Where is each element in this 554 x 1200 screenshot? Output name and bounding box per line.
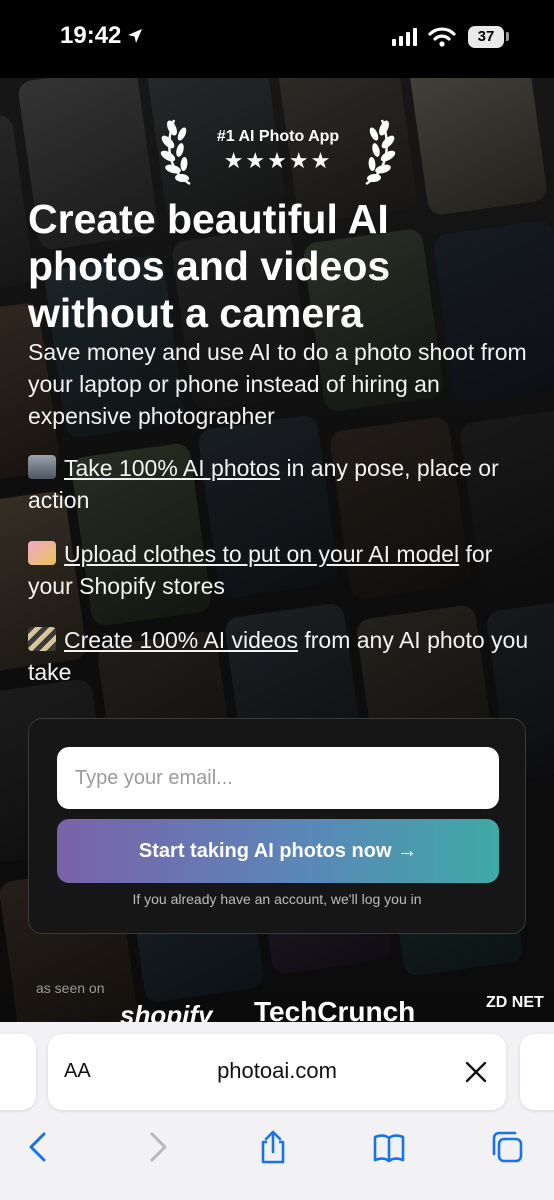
feature-link-ai-photos[interactable]: Take 100% AI photos <box>64 455 280 481</box>
camera-flash-icon <box>28 455 56 479</box>
url-text: photoai.com <box>217 1058 337 1083</box>
feature-item: Create 100% AI videos from any AI photo … <box>28 624 538 688</box>
status-bar: 19:42 37 <box>0 0 554 78</box>
wifi-icon <box>428 27 456 47</box>
rating-stars: ★★★★★ <box>223 148 333 173</box>
feature-item: Take 100% AI photos in any pose, place o… <box>28 452 538 516</box>
laurel-wreath-icon <box>365 119 396 186</box>
cellular-signal-icon <box>392 28 417 46</box>
page-subheadline: Save money and use AI to do a photo shoo… <box>28 339 527 429</box>
badge-label: #1 AI Photo App <box>216 128 340 145</box>
battery-cap <box>506 32 509 41</box>
login-note: If you already have an account, we'll lo… <box>132 891 422 907</box>
previous-tab-preview[interactable] <box>0 1034 36 1110</box>
start-taking-photos-button[interactable]: Start taking AI photos now → <box>57 819 499 883</box>
close-icon[interactable] <box>462 1058 490 1086</box>
shopping-bags-icon <box>28 541 56 565</box>
battery-indicator: 37 <box>468 26 504 48</box>
email-input[interactable] <box>57 747 499 809</box>
laurel-wreath-icon <box>160 119 191 186</box>
clapper-board-icon <box>28 627 56 651</box>
forward-icon[interactable] <box>140 1130 174 1164</box>
status-time: 19:42 <box>60 22 122 49</box>
share-icon[interactable] <box>256 1130 290 1164</box>
feature-item: Upload clothes to put on your AI model f… <box>28 538 538 602</box>
zdnet-logo: ZD NET <box>486 994 544 1011</box>
award-badge: #1 AI Photo App ★★★★★ <box>160 112 396 188</box>
browser-chrome: AA photoai.com <box>0 1022 554 1200</box>
page-headline: Create beautiful AI photos and videos wi… <box>28 196 391 336</box>
as-seen-on-label: as seen on <box>36 980 105 996</box>
bookmarks-icon[interactable] <box>372 1130 406 1164</box>
signup-card: Start taking AI photos now → If you alre… <box>28 718 526 934</box>
tabs-icon[interactable] <box>490 1130 524 1164</box>
feature-link-ai-videos[interactable]: Create 100% AI videos <box>64 627 298 653</box>
location-arrow-icon <box>128 29 142 43</box>
address-bar[interactable]: AA photoai.com <box>48 1034 506 1110</box>
feature-link-upload-clothes[interactable]: Upload clothes to put on your AI model <box>64 541 459 567</box>
back-icon[interactable] <box>22 1130 56 1164</box>
next-tab-preview[interactable] <box>520 1034 554 1110</box>
